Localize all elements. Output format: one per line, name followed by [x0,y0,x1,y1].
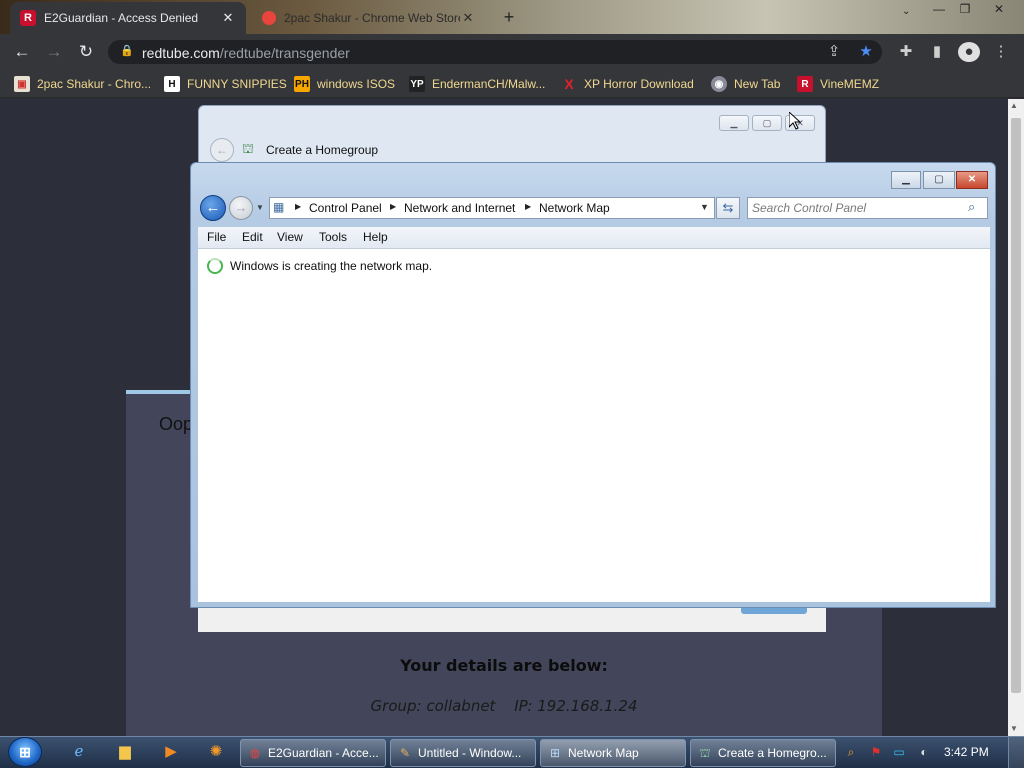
explorer-folder-icon[interactable]: ▆ [114,742,136,762]
menu-tools[interactable]: Tools [319,230,347,244]
scroll-down-icon[interactable]: ▼ [1010,724,1018,733]
homegroup-icon: ⛫ [242,141,254,156]
tab-title: E2Guardian - Access Denied [44,11,199,25]
network-icon: ⊞ [549,746,561,760]
webstore-favicon-icon [262,11,276,25]
url-text[interactable]: redtube.com/redtube/transgender [142,45,350,61]
paint-icon: ✎ [399,746,411,760]
bookmark-funny-snippies[interactable]: H FUNNY SNIPPIES [164,75,287,93]
side-panel-icon[interactable]: ▮ [926,42,948,62]
task-network-map[interactable]: ⊞ Network Map [540,739,686,767]
browser-restore-icon[interactable]: ❐ [952,0,978,18]
menu-bar [198,227,990,249]
back-arrow-icon[interactable]: ← [10,40,34,64]
control-panel-icon: ▦ [273,200,285,214]
homegroup-minimize-button[interactable]: ▁ [719,115,749,131]
bookmark-endermanch[interactable]: YP EndermanCH/Malw... [409,75,545,93]
status-message: Windows is creating the network map. [230,259,433,273]
internet-explorer-icon[interactable]: ℯ [68,742,90,762]
mouse-cursor-icon [789,112,801,130]
homegroup-footer [198,606,826,632]
menu-view[interactable]: View [277,230,303,244]
breadcrumb-separator-icon[interactable]: ▶ [295,202,301,211]
search-icon[interactable]: ⌕ [968,199,975,215]
tab-search-icon[interactable]: ⌄ [902,6,910,17]
scroll-up-icon[interactable]: ▲ [1010,101,1018,110]
tab-chrome-web-store[interactable]: 2pac Shakur - Chrome Web Store ✕ [252,2,486,34]
task-paint[interactable]: ✎ Untitled - Window... [390,739,536,767]
task-chrome[interactable]: ◍ E2Guardian - Acce... [240,739,386,767]
webstore-icon: ▣ [14,76,30,92]
address-dropdown-icon[interactable]: ▼ [700,202,709,212]
clock[interactable]: 3:42 PM [944,745,989,759]
menu-edit[interactable]: Edit [242,230,263,244]
globe-icon: ◉ [711,76,727,92]
breadcrumb-network-map[interactable]: Network Map [539,201,610,215]
group-value: Group: collabnet [370,697,496,715]
start-button[interactable]: ⊞ [8,737,42,767]
forward-button[interactable]: → [229,196,253,220]
menu-help[interactable]: Help [363,230,388,244]
close-button[interactable]: ✕ [956,171,988,189]
profile-avatar-icon[interactable]: ● [958,42,980,62]
details-title: Your details are below: [400,656,608,675]
r-logo-icon: R [797,76,813,92]
new-tab-button[interactable]: + [498,6,520,28]
breadcrumb-separator-icon[interactable]: ▶ [390,202,396,211]
tab-e2guardian[interactable]: R E2Guardian - Access Denied ✕ [10,2,246,34]
homegroup-title: Create a Homegroup [266,143,379,157]
recent-pages-dropdown-icon[interactable]: ▼ [256,203,264,212]
homegroup-task-icon: ⛫ [699,746,711,760]
bookmark-vinememz[interactable]: R VineMEMZ [797,75,879,93]
e2guardian-favicon-icon: R [20,10,36,26]
bookmark-star-icon[interactable]: ★ [855,42,877,62]
tab-title: 2pac Shakur - Chrome Web Store [284,11,460,25]
h-logo-icon: H [164,76,180,92]
show-desktop-button[interactable] [1008,737,1024,768]
media-player-icon[interactable]: ▶ [160,742,182,762]
task-homegroup[interactable]: ⛫ Create a Homegro... [690,739,836,767]
homegroup-back-icon[interactable]: ← [210,138,234,162]
scrollbar-thumb[interactable] [1011,118,1021,693]
details-info: Group: collabnet IP: 192.168.1.24 [126,697,882,715]
breadcrumb-network-and-internet[interactable]: Network and Internet [404,201,515,215]
tab-close-icon[interactable]: ✕ [460,10,476,26]
search-input[interactable] [752,199,962,217]
back-button[interactable]: ← [200,195,226,221]
loading-spinner-icon [207,258,223,274]
refresh-button[interactable]: ⇆ [716,197,740,219]
tray-search-icon[interactable]: ⌕ [843,744,859,760]
menu-file[interactable]: File [207,230,226,244]
ip-value: IP: 192.168.1.24 [514,697,638,715]
bookmark-new-tab[interactable]: ◉ New Tab [711,75,780,93]
chrome-icon: ◍ [249,746,261,760]
chrome-menu-icon[interactable]: ⋮ [990,42,1012,62]
oops-heading: Oop [159,414,194,434]
ph-logo-icon: PH [294,76,310,92]
homegroup-maximize-button[interactable]: ▢ [752,115,782,131]
bookmark-2pac[interactable]: ▣ 2pac Shakur - Chro... [14,75,151,93]
x-logo-icon: X [564,76,574,92]
maximize-button[interactable]: ▢ [923,171,955,189]
browser-close-icon[interactable]: ✕ [986,0,1012,18]
yp-logo-icon: YP [409,76,425,92]
breadcrumb-separator-icon[interactable]: ▶ [525,202,531,211]
volume-tray-icon[interactable]: ◐ [916,744,932,760]
bookmark-xp-horror[interactable]: X XP Horror Download [561,75,694,93]
tab-close-icon[interactable]: ✕ [220,10,236,26]
lock-icon[interactable]: 🔒 [120,44,134,60]
paint-pinned-icon[interactable]: ✺ [205,742,227,762]
network-map-content [198,249,990,602]
minimize-button[interactable]: ▁ [891,171,921,189]
network-tray-icon[interactable]: ▭ [891,744,907,760]
extensions-puzzle-icon[interactable]: ✚ [895,42,917,62]
action-center-flag-icon[interactable]: ⚑ [868,744,884,760]
forward-arrow-icon[interactable]: → [42,40,66,64]
share-icon[interactable]: ⇪ [823,42,845,62]
breadcrumb-control-panel[interactable]: Control Panel [309,201,382,215]
bookmark-windows-isos[interactable]: PH windows ISOS [294,75,395,93]
reload-icon[interactable]: ↻ [74,40,98,64]
browser-minimize-icon[interactable]: — [926,0,952,18]
